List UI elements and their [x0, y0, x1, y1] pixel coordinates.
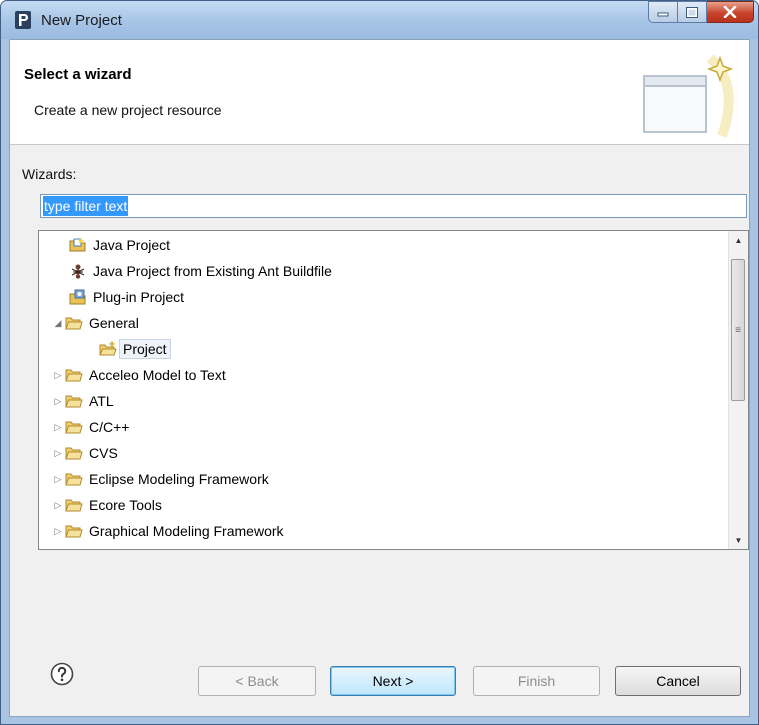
- tree-item-label: CVS: [89, 445, 118, 461]
- new-project-dialog: New Project Select a wizard Create a new…: [0, 0, 759, 725]
- minimize-icon: [657, 12, 669, 17]
- eclipse-p-icon: [15, 11, 31, 29]
- cancel-button[interactable]: Cancel: [615, 666, 741, 696]
- collapsed-arrow-icon[interactable]: ▷: [51, 526, 65, 537]
- tree-item-label: Plug-in Project: [93, 289, 185, 305]
- folder-icon: [65, 499, 83, 512]
- close-button[interactable]: [707, 1, 754, 23]
- title-bar[interactable]: New Project: [1, 1, 758, 39]
- close-icon: [723, 6, 737, 18]
- filter-input[interactable]: type filter text: [40, 194, 747, 218]
- folder-icon: [65, 447, 83, 460]
- tree-item-acceleo[interactable]: ▷ Acceleo Model to Text: [51, 362, 226, 388]
- folder-icon: [65, 473, 83, 486]
- tree-item-cvs[interactable]: ▷ CVS: [51, 440, 118, 466]
- tree-item-cpp[interactable]: ▷ C/C++: [51, 414, 130, 440]
- tree-item-ecore-tools[interactable]: ▷ Ecore Tools: [51, 492, 162, 518]
- tree-item-label: Ecore Tools: [89, 497, 162, 513]
- header-title: Select a wizard: [24, 66, 132, 83]
- window-bottom-border: [1, 717, 758, 724]
- wizard-header: Select a wizard Create a new project res…: [10, 40, 749, 145]
- wizard-banner-icon: [643, 54, 734, 138]
- tree-item-emf[interactable]: ▷ Eclipse Modeling Framework: [51, 466, 269, 492]
- java-project-icon: [69, 238, 86, 252]
- dialog-body: Select a wizard Create a new project res…: [9, 39, 750, 717]
- folder-icon: [65, 317, 83, 330]
- wizards-label: Wizards:: [22, 166, 77, 182]
- ant-icon: [71, 264, 85, 279]
- tree-item-atl[interactable]: ▷ ATL: [51, 388, 114, 414]
- help-icon[interactable]: [50, 662, 74, 686]
- window-title: New Project: [41, 12, 122, 29]
- new-project-icon: [99, 341, 117, 356]
- tree-item-label: Eclipse Modeling Framework: [89, 471, 269, 487]
- collapsed-arrow-icon[interactable]: ▷: [51, 396, 65, 407]
- folder-icon: [65, 395, 83, 408]
- tree-item-label: Java Project: [93, 237, 171, 253]
- tree-item-general[interactable]: ◢ General: [51, 310, 139, 336]
- back-button[interactable]: < Back: [198, 666, 316, 696]
- tree-item-gmf[interactable]: ▷ Graphical Modeling Framework: [51, 518, 284, 544]
- scroll-down-arrow-icon[interactable]: ▼: [729, 531, 748, 549]
- tree-item-label: Java Project from Existing Ant Buildfile: [93, 263, 332, 279]
- tree-item-label: Acceleo Model to Text: [89, 367, 226, 383]
- scroll-up-arrow-icon[interactable]: ▲: [729, 231, 748, 249]
- maximize-icon: [686, 6, 698, 18]
- tree-item-ant-project[interactable]: Java Project from Existing Ant Buildfile: [69, 258, 332, 284]
- finish-button[interactable]: Finish: [473, 666, 600, 696]
- collapsed-arrow-icon[interactable]: ▷: [51, 448, 65, 459]
- tree-item-plugin-project[interactable]: Plug-in Project: [69, 284, 184, 310]
- filter-text: type filter text: [43, 196, 129, 216]
- collapsed-arrow-icon[interactable]: ▷: [51, 422, 65, 433]
- plugin-project-icon: [69, 289, 86, 305]
- collapsed-arrow-icon[interactable]: ▷: [51, 474, 65, 485]
- tree-item-project[interactable]: Project: [99, 336, 171, 362]
- folder-icon: [65, 525, 83, 538]
- scrollbar-thumb[interactable]: ≡: [731, 259, 745, 401]
- vertical-scrollbar[interactable]: ▲ ≡ ▼: [728, 231, 748, 549]
- next-button[interactable]: Next >: [330, 666, 456, 696]
- wizard-tree[interactable]: Java Project Java Project from Existing …: [38, 230, 749, 550]
- collapsed-arrow-icon[interactable]: ▷: [51, 370, 65, 381]
- tree-item-label: ATL: [89, 393, 114, 409]
- tree-item-label: C/C++: [89, 419, 130, 435]
- tree-item-label: Project: [119, 339, 171, 359]
- tree-item-label: Graphical Modeling Framework: [89, 523, 284, 539]
- collapsed-arrow-icon[interactable]: ▷: [51, 500, 65, 511]
- minimize-button[interactable]: [648, 1, 678, 23]
- folder-icon: [65, 369, 83, 382]
- folder-icon: [65, 421, 83, 434]
- window-controls: [648, 1, 754, 23]
- tree-item-java-project[interactable]: Java Project: [69, 232, 170, 258]
- expanded-arrow-icon[interactable]: ◢: [51, 318, 65, 329]
- tree-item-label: General: [89, 315, 139, 331]
- header-description: Create a new project resource: [34, 102, 222, 118]
- maximize-button[interactable]: [678, 1, 707, 23]
